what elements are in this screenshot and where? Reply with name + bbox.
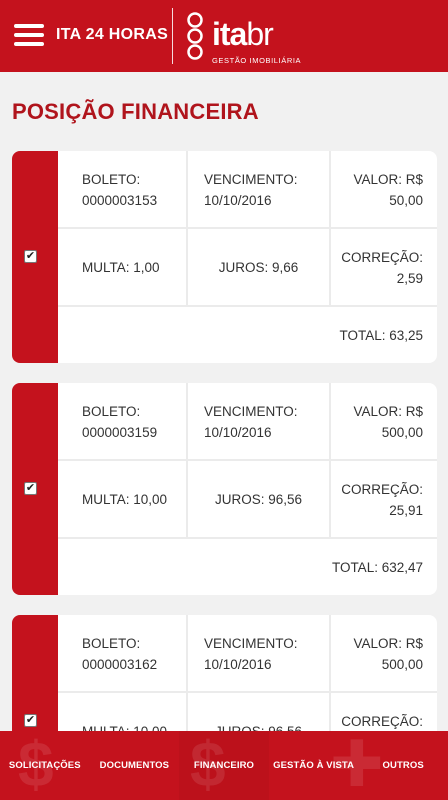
logo-icon — [187, 12, 203, 60]
hamburger-menu-icon[interactable] — [14, 24, 44, 48]
valor-field: VALOR: R$ 50,00 — [331, 151, 437, 227]
card-body: BOLETO: 0000003159 VENCIMENTO: 10/10/201… — [58, 383, 437, 595]
app-header: ITA 24 HORAS itabr GESTÃO IMOBILIÁRIA — [0, 0, 448, 72]
multa-field: MULTA: 1,00 — [58, 229, 186, 305]
boleto-field: BOLETO: 0000003162 — [58, 615, 186, 691]
total-field: TOTAL: 63,25 — [58, 307, 437, 363]
header-divider — [172, 8, 173, 64]
correcao-field: CORREÇÃO: 2,59 — [331, 229, 437, 305]
card-body: BOLETO: 0000003153 VENCIMENTO: 10/10/201… — [58, 151, 437, 363]
boleto-field: BOLETO: 0000003159 — [58, 383, 186, 459]
logo-wordmark: itabr — [212, 16, 274, 52]
checkbox-checked-icon[interactable]: ✔ — [24, 250, 37, 263]
boleto-card: ✔ BOLETO: 0000003153 VENCIMENTO: 10/10/2… — [12, 151, 437, 363]
valor-field: VALOR: R$ 500,00 — [331, 615, 437, 691]
app-title: ITA 24 HORAS — [56, 26, 169, 43]
vencimento-field: VENCIMENTO: 10/10/2016 — [188, 383, 329, 459]
boleto-field: BOLETO: 0000003153 — [58, 151, 186, 227]
logo-subtitle: GESTÃO IMOBILIÁRIA — [212, 56, 302, 65]
checkbox-checked-icon[interactable]: ✔ — [24, 714, 37, 727]
nav-item-outros[interactable]: OUTROS — [358, 731, 448, 800]
juros-field: JUROS: 9,66 — [188, 229, 329, 305]
valor-field: VALOR: R$ 500,00 — [331, 383, 437, 459]
nav-item-financeiro[interactable]: FINANCEIRO — [179, 731, 269, 800]
multa-field: MULTA: 10,00 — [58, 461, 186, 537]
correcao-field: CORREÇÃO: 25,91 — [331, 461, 437, 537]
nav-item-solicitacoes[interactable]: SOLICITAÇÕES — [0, 731, 90, 800]
nav-item-documentos[interactable]: DOCUMENTOS — [90, 731, 180, 800]
boleto-card: ✔ BOLETO: 0000003159 VENCIMENTO: 10/10/2… — [12, 383, 437, 595]
total-field: TOTAL: 632,47 — [58, 539, 437, 595]
page-title: POSIÇÃO FINANCEIRA — [12, 99, 259, 124]
nav-item-gestao-a-vista[interactable]: GESTÃO À VISTA — [269, 731, 359, 800]
checkbox-checked-icon[interactable]: ✔ — [24, 482, 37, 495]
vencimento-field: VENCIMENTO: 10/10/2016 — [188, 615, 329, 691]
juros-field: JUROS: 96,56 — [188, 461, 329, 537]
bottom-navigation: $ $ ✚ SOLICITAÇÕES DOCUMENTOS FINANCEIRO… — [0, 731, 448, 800]
vencimento-field: VENCIMENTO: 10/10/2016 — [188, 151, 329, 227]
